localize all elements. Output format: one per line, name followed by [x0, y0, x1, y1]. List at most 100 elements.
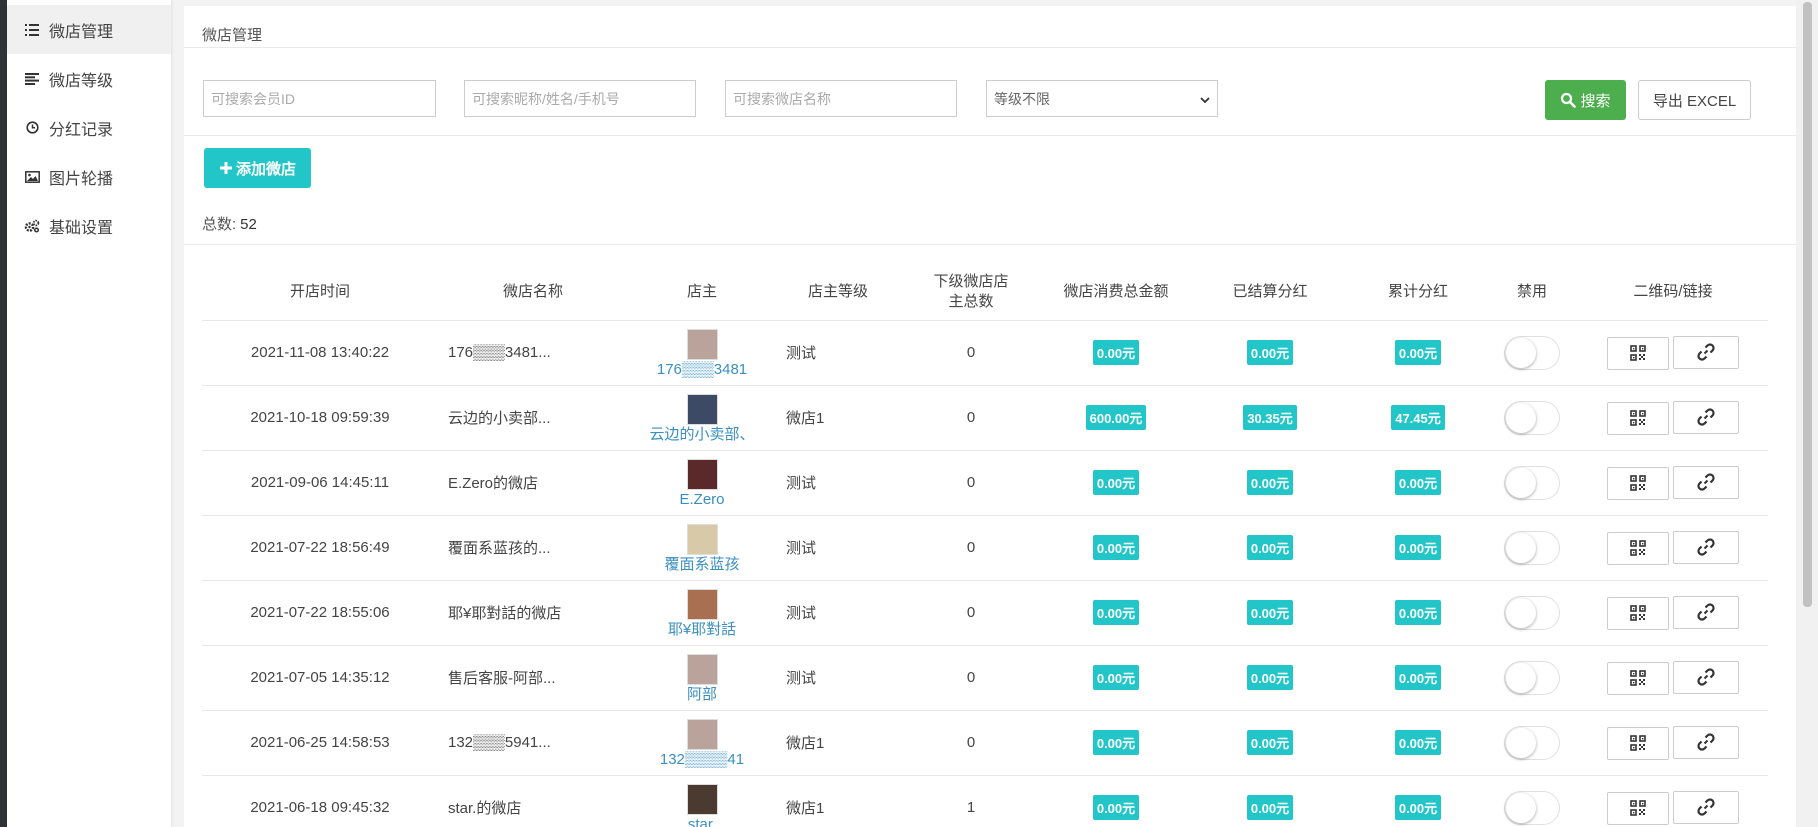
owner-cell: 覆面系蓝孩 — [628, 515, 776, 581]
disable-toggle[interactable] — [1504, 790, 1560, 825]
owner-level-cell: 微店1 — [776, 710, 900, 776]
qrcode-link-cell — [1578, 515, 1768, 581]
settled-badge: 0.00元 — [1246, 795, 1294, 820]
disable-toggle[interactable] — [1504, 530, 1560, 565]
qrcode-button[interactable] — [1607, 596, 1669, 630]
settled-badge: 0.00元 — [1246, 730, 1294, 755]
avatar — [686, 718, 718, 750]
owner-cell: 132▒▒▒▒41 — [628, 710, 776, 776]
link-button[interactable] — [1673, 660, 1739, 694]
disable-toggle[interactable] — [1504, 465, 1560, 500]
total-dividend-cell: 0.00元 — [1350, 450, 1486, 516]
owner-level-cell: 测试 — [776, 515, 900, 581]
qrcode-link-cell — [1578, 710, 1768, 776]
owner-link[interactable]: 覆面系蓝孩 — [664, 557, 739, 572]
qrcode-icon — [1630, 475, 1646, 491]
col-settled-dividend: 已结算分红 — [1190, 264, 1350, 321]
qrcode-link-cell — [1578, 645, 1768, 711]
export-excel-button[interactable]: 导出 EXCEL — [1638, 80, 1751, 120]
link-button[interactable] — [1673, 465, 1739, 499]
shop-name-cell: 覆面系蓝孩的... — [438, 515, 628, 581]
qrcode-icon — [1630, 410, 1646, 426]
link-icon — [1697, 603, 1715, 621]
total-badge: 0.00元 — [1394, 340, 1442, 365]
owner-cell: 云边的小卖部、 — [628, 385, 776, 451]
qrcode-icon — [1630, 670, 1646, 686]
scrollbar-thumb[interactable] — [1803, 2, 1812, 607]
sidebar-item-shop-level[interactable]: 微店等级 — [7, 54, 171, 103]
link-icon — [1697, 668, 1715, 686]
qrcode-button[interactable] — [1607, 466, 1669, 500]
settled-badge: 0.00元 — [1246, 535, 1294, 560]
total-badge: 0.00元 — [1394, 470, 1442, 495]
name-phone-input[interactable]: 可搜索昵称/姓名/手机号 — [464, 80, 696, 117]
disable-toggle[interactable] — [1504, 595, 1560, 630]
qrcode-icon — [1630, 540, 1646, 556]
disable-toggle[interactable] — [1504, 335, 1560, 370]
link-button[interactable] — [1673, 400, 1739, 434]
scrollbar[interactable] — [1796, 0, 1818, 827]
sidebar-item-shop-management[interactable]: 微店管理 — [7, 5, 171, 54]
sidebar-item-label: 微店管理 — [49, 23, 114, 41]
owner-link[interactable]: 阿部 — [687, 687, 717, 702]
sidebar-item-image-carousel[interactable]: 图片轮播 — [7, 152, 171, 201]
qrcode-button[interactable] — [1607, 531, 1669, 565]
owner-level-cell: 测试 — [776, 450, 900, 516]
qrcode-button[interactable] — [1607, 401, 1669, 435]
link-button[interactable] — [1673, 335, 1739, 369]
owner-link[interactable]: 132▒▒▒▒41 — [660, 752, 744, 767]
settled-dividend-cell: 0.00元 — [1190, 450, 1350, 516]
search-button[interactable]: 搜索 — [1545, 80, 1626, 120]
disable-toggle[interactable] — [1504, 660, 1560, 695]
disable-toggle[interactable] — [1504, 725, 1560, 760]
qrcode-button[interactable] — [1607, 726, 1669, 760]
owner-link[interactable]: 176▒▒▒3481 — [657, 362, 747, 377]
member-id-input[interactable]: 可搜索会员ID — [203, 80, 436, 117]
table-header-row: 开店时间 微店名称 店主 店主等级 下级微店店 主总数 微店消费总金额 已结算分红… — [202, 264, 1768, 321]
link-button[interactable] — [1673, 530, 1739, 564]
owner-link[interactable]: 耶¥耶對話 — [668, 622, 736, 637]
consume-badge: 0.00元 — [1092, 600, 1140, 625]
sidebar-item-basic-settings[interactable]: 基础设置 — [7, 201, 171, 250]
owner-cell: 阿部 — [628, 645, 776, 711]
qrcode-link-cell — [1578, 450, 1768, 516]
owner-link[interactable]: star. — [688, 817, 716, 827]
shop-name-cell: 售后客服-阿部... — [438, 645, 628, 711]
total-badge: 0.00元 — [1394, 730, 1442, 755]
sidebar-item-dividend-records[interactable]: 分红记录 — [7, 103, 171, 152]
total-dividend-cell: 0.00元 — [1350, 515, 1486, 581]
open-time-cell: 2021-11-08 13:40:22 — [202, 320, 438, 386]
qrcode-button[interactable] — [1607, 791, 1669, 825]
qrcode-button[interactable] — [1607, 661, 1669, 695]
shop-name-input[interactable]: 可搜索微店名称 — [725, 80, 957, 117]
link-button[interactable] — [1673, 790, 1739, 824]
owner-cell: star. — [628, 775, 776, 827]
avatar — [686, 783, 718, 815]
consume-badge: 0.00元 — [1092, 795, 1140, 820]
consume-total-cell: 0.00元 — [1042, 580, 1190, 646]
disable-toggle[interactable] — [1504, 400, 1560, 435]
owner-link[interactable]: E.Zero — [679, 492, 724, 507]
total-dividend-cell: 0.00元 — [1350, 645, 1486, 711]
level-select[interactable]: 等级不限 — [986, 80, 1218, 117]
consume-badge: 0.00元 — [1092, 535, 1140, 560]
list-icon — [24, 22, 40, 38]
open-time-cell: 2021-07-22 18:56:49 — [202, 515, 438, 581]
link-button[interactable] — [1673, 595, 1739, 629]
settled-badge: 0.00元 — [1246, 340, 1294, 365]
qrcode-button[interactable] — [1607, 336, 1669, 370]
add-shop-button[interactable]: 添加微店 — [204, 148, 311, 188]
link-icon — [1697, 733, 1715, 751]
col-disable: 禁用 — [1486, 264, 1578, 321]
link-icon — [1697, 408, 1715, 426]
sub-owner-count-cell: 0 — [900, 580, 1042, 646]
table-row: 2021-07-05 14:35:12 售后客服-阿部... 阿部 测试 0 0.00元 0… — [202, 645, 1768, 711]
settled-dividend-cell: 0.00元 — [1190, 320, 1350, 386]
settled-badge: 30.35元 — [1243, 405, 1297, 430]
link-button[interactable] — [1673, 725, 1739, 759]
settled-dividend-cell: 0.00元 — [1190, 775, 1350, 827]
image-icon — [24, 169, 40, 185]
owner-link[interactable]: 云边的小卖部、 — [649, 427, 754, 442]
settled-dividend-cell: 0.00元 — [1190, 580, 1350, 646]
link-icon — [1697, 343, 1715, 361]
